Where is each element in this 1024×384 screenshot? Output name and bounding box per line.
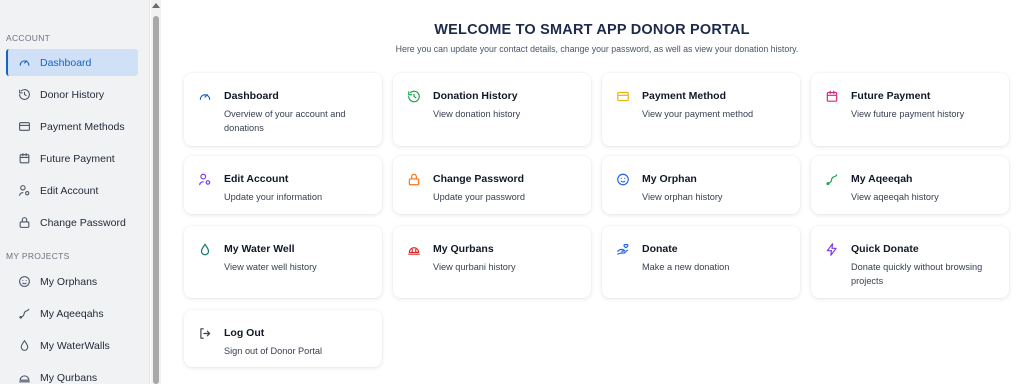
history-icon [17, 88, 31, 102]
card-title: Donation History [433, 90, 518, 102]
card-payment-method[interactable]: Payment Method View your payment method [602, 73, 800, 146]
sidebar-item-future-payment[interactable]: Future Payment [6, 145, 138, 172]
history-icon [407, 89, 421, 103]
card-edit-account[interactable]: Edit Account Update your information [184, 156, 382, 214]
card-description: View your payment method [642, 109, 754, 119]
sidebar-item-label: Dashboard [40, 56, 92, 69]
sidebar-section-projects: MY PROJECTS [6, 251, 70, 261]
sidebar-item-donor-history[interactable]: Donor History [6, 81, 138, 108]
card-description: View aqeeqah history [851, 192, 939, 202]
calendar-icon [825, 89, 839, 103]
sidebar-item-label: My WaterWalls [40, 339, 110, 352]
card-description: View qurbani history [433, 262, 516, 272]
sidebar-item-my-aqeeqahs[interactable]: My Aqeeqahs [6, 300, 138, 327]
hand-heart-icon [616, 242, 630, 256]
card-future-payment[interactable]: Future Payment View future payment histo… [811, 73, 1009, 146]
baby-face-icon [616, 172, 630, 186]
calendar-icon [17, 152, 31, 166]
card-title: My Orphan [642, 173, 697, 185]
card-title: Quick Donate [851, 243, 919, 255]
card-my-aqeeqah[interactable]: My Aqeeqah View aqeeqah history [811, 156, 1009, 214]
card-title: Payment Method [642, 90, 727, 102]
page-subtitle: Here you can update your contact details… [395, 44, 799, 54]
scroll-up-arrow-icon[interactable] [152, 3, 160, 8]
credit-card-icon [616, 89, 630, 103]
logout-icon [198, 326, 212, 340]
card-quick-donate[interactable]: Quick Donate Donate quickly without brow… [811, 226, 1009, 298]
card-donate[interactable]: Donate Make a new donation [602, 226, 800, 298]
user-edit-icon [17, 184, 31, 198]
sidebar-item-label: Future Payment [40, 152, 115, 165]
card-title: My Water Well [224, 243, 295, 255]
droplet-icon [17, 339, 31, 353]
baby-face-icon [17, 275, 31, 289]
card-description: View future payment history [851, 109, 965, 119]
sidebar-item-label: My Aqeeqahs [40, 307, 104, 320]
sidebar-section-account: ACCOUNT [6, 33, 51, 43]
card-title: Future Payment [851, 90, 931, 102]
card-dashboard[interactable]: Dashboard Overview of your account and d… [184, 73, 382, 146]
scrollbar-thumb[interactable] [153, 16, 159, 384]
sidebar-item-label: Payment Methods [40, 120, 125, 133]
sidebar-item-my-waterwalls[interactable]: My WaterWalls [6, 332, 138, 359]
card-description: Update your password [433, 192, 525, 202]
card-description: Sign out of Donor Portal [224, 346, 323, 356]
sidebar-item-label: My Qurbans [40, 371, 98, 384]
card-donation-history[interactable]: Donation History View donation history [393, 73, 591, 146]
card-title: Log Out [224, 327, 265, 339]
card-description: Donate quickly without browsing projects [851, 262, 983, 286]
sidebar-item-payment-methods[interactable]: Payment Methods [6, 113, 138, 140]
lock-icon [407, 172, 421, 186]
page-title: WELCOME TO SMART APP DONOR PORTAL [434, 22, 750, 38]
card-description: Overview of your account and donations [224, 109, 346, 133]
sidebar-item-edit-account[interactable]: Edit Account [6, 177, 138, 204]
squiggle-icon [17, 307, 31, 321]
card-my-orphan[interactable]: My Orphan View orphan history [602, 156, 800, 214]
lock-icon [17, 216, 31, 230]
sidebar: ACCOUNT Dashboard Donor History Payment … [0, 0, 150, 384]
sidebar-item-change-password[interactable]: Change Password [6, 209, 138, 236]
card-title: My Aqeeqah [851, 173, 913, 185]
sidebar-item-label: Donor History [40, 88, 105, 101]
card-log-out[interactable]: Log Out Sign out of Donor Portal [184, 310, 382, 367]
donor-portal-page: ACCOUNT Dashboard Donor History Payment … [0, 0, 1024, 384]
squiggle-icon [825, 172, 839, 186]
card-my-qurbans[interactable]: My Qurbans View qurbani history [393, 226, 591, 298]
sidebar-item-my-orphans[interactable]: My Orphans [6, 268, 138, 295]
card-description: View water well history [224, 262, 317, 272]
sidebar-item-label: Edit Account [40, 184, 99, 197]
card-description: Make a new donation [642, 262, 730, 272]
card-title: My Qurbans [433, 243, 494, 255]
sidebar-item-my-qurbans[interactable]: My Qurbans [6, 364, 138, 384]
gauge-icon [17, 56, 31, 70]
card-change-password[interactable]: Change Password Update your password [393, 156, 591, 214]
gauge-icon [198, 89, 212, 103]
card-title: Donate [642, 243, 678, 255]
user-edit-icon [198, 172, 212, 186]
card-description: View donation history [433, 109, 521, 119]
lightning-icon [825, 242, 839, 256]
card-title: Change Password [433, 173, 525, 185]
card-description: View orphan history [642, 192, 723, 202]
dome-icon [407, 242, 421, 256]
card-my-water-well[interactable]: My Water Well View water well history [184, 226, 382, 298]
dome-icon [17, 371, 31, 384]
sidebar-item-dashboard[interactable]: Dashboard [6, 49, 138, 76]
card-title: Edit Account [224, 173, 289, 185]
card-title: Dashboard [224, 90, 279, 102]
sidebar-item-label: Change Password [40, 216, 126, 229]
droplet-icon [198, 242, 212, 256]
sidebar-item-label: My Orphans [40, 275, 98, 288]
card-description: Update your information [224, 192, 323, 202]
credit-card-icon [17, 120, 31, 134]
